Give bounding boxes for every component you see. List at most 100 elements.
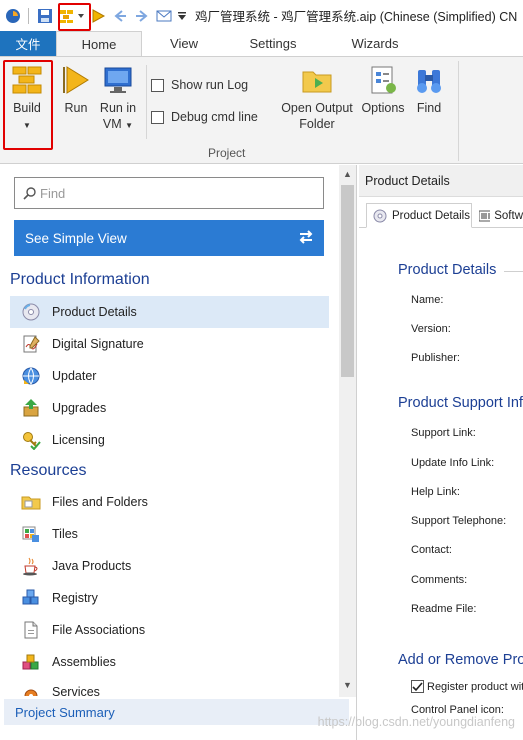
nav-item-label: Assemblies <box>52 655 116 669</box>
checkmark-icon <box>412 682 423 692</box>
nav-item-updater[interactable]: Updater <box>10 360 329 392</box>
show-run-log-checkbox[interactable]: Show run Log <box>151 78 248 92</box>
nav-item-label: Product Details <box>52 305 137 319</box>
folder-icon <box>20 491 42 513</box>
group-separator <box>458 61 459 161</box>
back-arrow-icon[interactable] <box>111 7 129 25</box>
nav-scrollbar[interactable]: ▲ ▼ <box>339 165 356 697</box>
key-icon <box>20 429 42 451</box>
nav-item-label: Files and Folders <box>52 495 148 509</box>
virtual-machine-icon <box>101 63 135 97</box>
run-button[interactable]: Run <box>60 63 92 116</box>
field-name-label: Name: <box>411 294 444 306</box>
nav-item-label: Tiles <box>52 527 78 541</box>
field-update-info-link-label: Update Info Link: <box>411 457 495 469</box>
field-publisher-label: Publisher: <box>411 352 460 364</box>
nav-item-label: Java Products <box>52 559 132 573</box>
simple-view-label: See Simple View <box>25 230 127 246</box>
nav-item-services[interactable]: Services <box>10 678 329 696</box>
save-icon[interactable] <box>36 7 54 25</box>
run-small-icon[interactable] <box>89 7 107 25</box>
swap-arrows-icon <box>299 230 313 244</box>
field-contact-label: Contact: <box>411 544 452 556</box>
scroll-thumb[interactable] <box>341 185 354 377</box>
run-label: Run <box>64 101 88 115</box>
folder-label: Folder <box>299 117 335 131</box>
open-output-folder-button[interactable]: Open Output Folder <box>278 63 356 132</box>
register-product-checkbox[interactable]: Register product wit <box>411 680 523 693</box>
checkbox-box[interactable] <box>151 110 164 124</box>
find-label: Find <box>416 101 442 115</box>
register-product-label: Register product wit <box>427 680 523 693</box>
scroll-up-icon[interactable]: ▲ <box>342 169 353 179</box>
checkbox-box[interactable] <box>151 78 164 92</box>
find-button[interactable]: Find <box>412 63 446 116</box>
customize-toolbar-icon[interactable] <box>177 7 187 25</box>
options-icon <box>366 63 400 97</box>
product-details-pane: Product Details Product Details Softw Pr… <box>359 165 523 740</box>
tab-home[interactable]: Home <box>56 31 142 56</box>
search-icon <box>23 187 36 200</box>
group-separator <box>146 65 147 139</box>
nav-item-assemblies[interactable]: Assemblies <box>10 646 329 678</box>
tab-view[interactable]: View <box>142 31 226 56</box>
details-tabs: Product Details Softw <box>359 198 523 228</box>
ribbon-panel: Build ▼ Run Run in VM ▼ Show run Log Deb… <box>0 56 523 164</box>
tab-file[interactable]: 文件 <box>0 31 56 56</box>
nav-item-digital-signature[interactable]: Digital Signature <box>10 328 329 360</box>
tab-software[interactable]: Softw <box>473 203 523 228</box>
field-readme-file-label: Readme File: <box>411 603 477 615</box>
nav-item-upgrades[interactable]: Upgrades <box>10 392 329 424</box>
run-in-vm-button[interactable]: Run in VM ▼ <box>96 63 140 134</box>
cd-icon <box>20 301 42 323</box>
section-divider <box>504 271 523 272</box>
navigation-pane: Find See Simple View Product Information… <box>0 165 357 740</box>
nav-item-label: Updater <box>52 369 97 383</box>
tab-settings[interactable]: Settings <box>226 31 320 56</box>
options-button[interactable]: Options <box>358 63 408 116</box>
toolbar-separator <box>28 7 29 24</box>
registry-cubes-icon <box>20 587 42 609</box>
document-icon <box>20 619 42 641</box>
nav-item-file-associations[interactable]: File Associations <box>10 614 329 646</box>
project-summary-link[interactable]: Project Summary <box>4 699 349 725</box>
upgrade-box-icon <box>20 397 42 419</box>
email-icon[interactable] <box>155 7 173 25</box>
run-in-label: Run in <box>99 101 137 115</box>
forward-arrow-icon[interactable] <box>133 7 151 25</box>
barcode-icon <box>479 210 491 221</box>
checkbox-box[interactable] <box>411 680 424 693</box>
binoculars-icon <box>412 63 446 97</box>
nav-item-java-products[interactable]: Java Products <box>10 550 329 582</box>
folder-icon <box>300 63 334 97</box>
nav-item-tiles[interactable]: Tiles <box>10 518 329 550</box>
field-support-link-label: Support Link: <box>411 427 476 439</box>
quick-access-toolbar <box>0 0 187 31</box>
tiles-icon <box>20 523 42 545</box>
signature-icon <box>20 333 42 355</box>
nav-item-registry[interactable]: Registry <box>10 582 329 614</box>
tab-product-details[interactable]: Product Details <box>366 203 472 228</box>
vm-label: VM ▼ <box>102 117 134 131</box>
assemblies-icon <box>20 651 42 673</box>
show-run-log-label: Show run Log <box>171 78 249 92</box>
nav-item-label: Registry <box>52 591 98 605</box>
nav-item-product-details[interactable]: Product Details <box>10 296 329 328</box>
tab-wizards[interactable]: Wizards <box>320 31 430 56</box>
section-add-remove-programs: Add or Remove Pro <box>398 652 523 668</box>
nav-item-label: File Associations <box>52 623 146 637</box>
see-simple-view-button[interactable]: See Simple View <box>14 220 324 256</box>
nav-item-licensing[interactable]: Licensing <box>10 424 329 456</box>
app-logo-icon <box>4 7 22 25</box>
search-placeholder: Find <box>40 185 66 201</box>
search-input[interactable]: Find <box>14 177 324 209</box>
scroll-down-icon[interactable]: ▼ <box>342 680 353 690</box>
highlight-box-quick-build <box>58 3 91 31</box>
highlight-box-build <box>3 60 53 150</box>
run-icon <box>59 63 93 97</box>
watermark: https://blog.csdn.net/youngdianfeng <box>317 715 515 729</box>
cd-icon <box>373 209 387 222</box>
nav-item-files-and-folders[interactable]: Files and Folders <box>10 486 329 518</box>
pane-header: Product Details <box>359 165 523 197</box>
debug-cmd-line-checkbox[interactable]: Debug cmd line <box>151 110 258 124</box>
